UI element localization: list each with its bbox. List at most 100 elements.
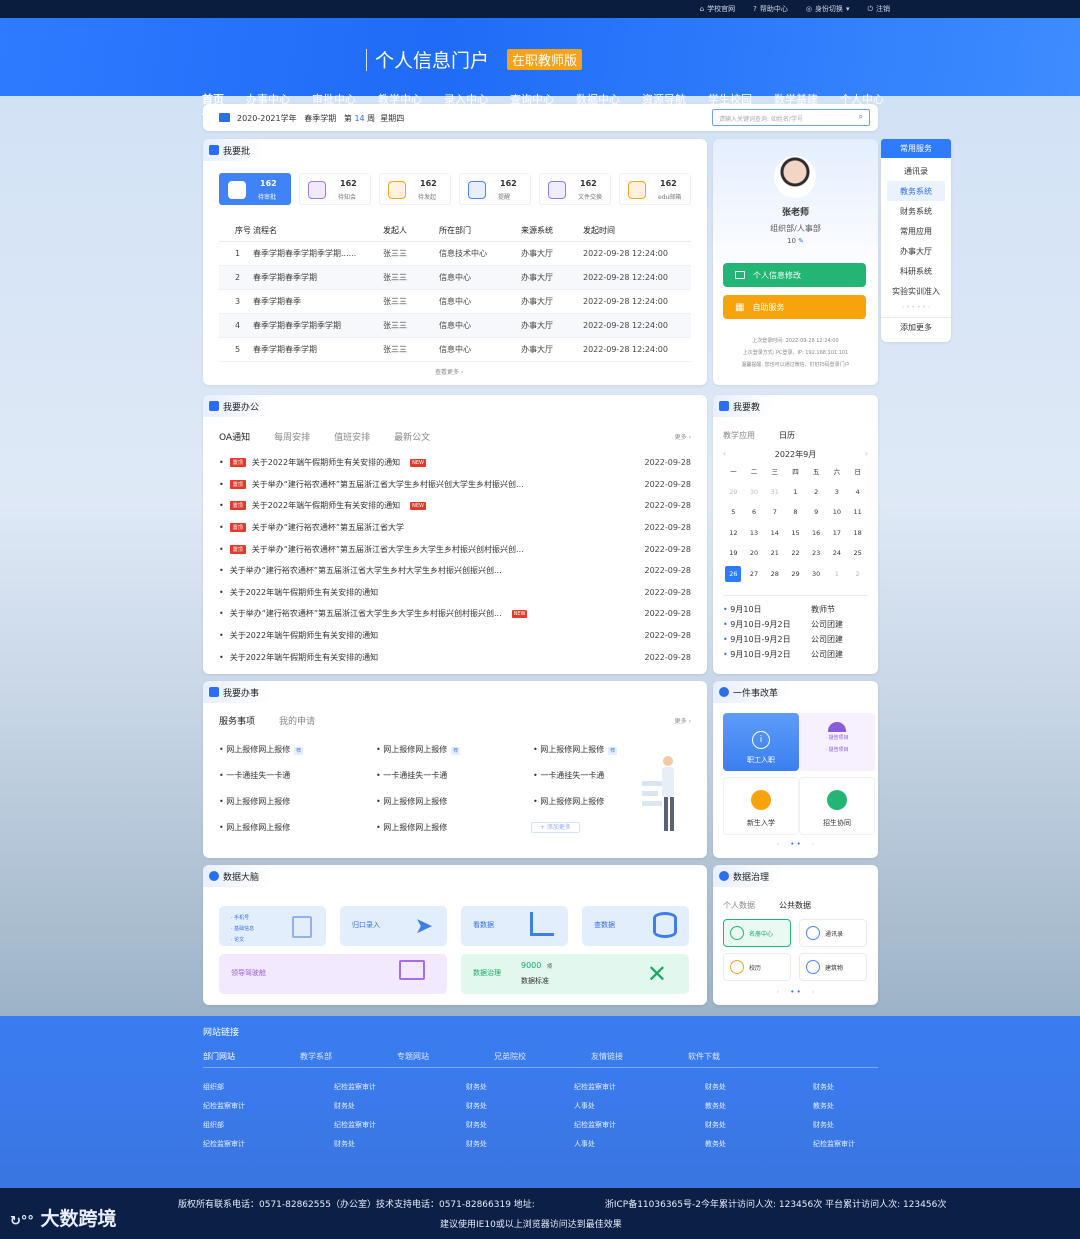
footer-link[interactable]: 财务处: [705, 1116, 726, 1135]
reform-pager[interactable]: ‹ • • ›: [713, 840, 878, 848]
footer-tab-2[interactable]: 专题网站: [397, 1051, 494, 1062]
logout-link[interactable]: ⏻ 注销: [867, 4, 890, 14]
tile-centralized-entry[interactable]: 归口录入 ➤: [340, 906, 447, 946]
tile-freshman-enrollment[interactable]: 新生入学: [723, 777, 799, 835]
edit-icon[interactable]: ✎: [798, 237, 804, 245]
calendar-day[interactable]: 4: [847, 482, 868, 503]
calendar-day[interactable]: 22: [785, 543, 806, 564]
notice-item[interactable]: • 置顶 关于举办“建行裕农通杯”第五届浙江省大学生乡大学生乡村振兴创村振兴创...…: [219, 538, 691, 560]
calendar-event[interactable]: • 9月10日-9月2日 公司团建: [723, 649, 868, 660]
gov-item-3[interactable]: 建筑物: [799, 953, 867, 981]
office-tab-2[interactable]: 值班安排: [334, 430, 370, 443]
calendar-day[interactable]: 28: [764, 564, 785, 585]
footer-link[interactable]: 教务处: [705, 1097, 726, 1116]
footer-link[interactable]: 纪检监察审计: [203, 1135, 245, 1154]
calendar-day[interactable]: 14: [764, 523, 785, 544]
notice-item[interactable]: • 置顶 关于2022年端午假期师生有关安排的通知 NEW 2022-09-28: [219, 495, 691, 517]
calendar-day[interactable]: 17: [827, 523, 848, 544]
office-more-link[interactable]: 更多 ›: [675, 432, 691, 441]
search-icon[interactable]: ⌕: [859, 112, 863, 122]
prev-month-icon[interactable]: ‹: [723, 449, 726, 460]
add-more-button[interactable]: + 添加更多: [531, 822, 580, 833]
view-more-link[interactable]: 查看更多 ›: [435, 367, 463, 376]
quick-item-3[interactable]: 常用应用: [881, 221, 951, 241]
footer-link[interactable]: 财务处: [813, 1116, 855, 1135]
school-site-link[interactable]: ⌂ 学校官网: [700, 4, 735, 14]
calendar-day[interactable]: 23: [806, 543, 827, 564]
quick-item-0[interactable]: 通讯录: [881, 161, 951, 181]
calendar-day[interactable]: 26: [723, 564, 744, 585]
footer-link[interactable]: 财务处: [466, 1078, 487, 1097]
calendar-day[interactable]: 1: [785, 482, 806, 503]
calendar-day[interactable]: 10: [827, 502, 848, 523]
footer-link[interactable]: 财务处: [466, 1097, 487, 1116]
tile-pending-items[interactable]: · 疑告项目 · 疑告项目: [799, 713, 875, 771]
footer-tab-4[interactable]: 友情链接: [591, 1051, 688, 1062]
calendar-day[interactable]: 11: [847, 502, 868, 523]
quick-item-5[interactable]: 科研系统: [881, 261, 951, 281]
footer-tab-5[interactable]: 软件下载: [688, 1051, 785, 1062]
calendar-day[interactable]: 12: [723, 523, 744, 544]
tile-staff-onboarding[interactable]: i 职工入职: [723, 713, 799, 771]
tab-public-data[interactable]: 公共数据: [779, 900, 811, 911]
notice-item[interactable]: • 关于2022年端午假期师生有关安排的通知 2022-09-28: [219, 625, 691, 647]
footer-link[interactable]: 纪检监察审计: [574, 1078, 616, 1097]
calendar-day[interactable]: 19: [723, 543, 744, 564]
calendar-day[interactable]: 31: [764, 482, 785, 503]
calendar-day[interactable]: 1: [827, 564, 848, 585]
quick-item-1[interactable]: 教务系统: [887, 181, 945, 201]
footer-link[interactable]: 纪检监察审计: [574, 1116, 616, 1135]
footer-link[interactable]: 纪检监察审计: [813, 1135, 855, 1154]
table-row[interactable]: 4 春季学期春季学期季学期 张三三 信息中心 办事大厅 2022-09-28 12:24:…: [219, 313, 691, 338]
footer-link[interactable]: 组织部: [203, 1116, 245, 1135]
quick-item-4[interactable]: 办事大厅: [881, 241, 951, 261]
footer-link[interactable]: 教务处: [705, 1135, 726, 1154]
table-row[interactable]: 5 春季学期春季学期 张三三 信息中心 办事大厅 2022-09-28 12:24:00: [219, 337, 691, 362]
self-service-button[interactable]: ▦ 自助服务: [723, 295, 866, 319]
calendar-event[interactable]: • 9月10日-9月2日 公司团建: [723, 619, 868, 630]
service-item[interactable]: • 网上报修网上报修荐: [219, 744, 304, 755]
service-tab-1[interactable]: 我的申请: [279, 714, 315, 727]
calendar-day[interactable]: 15: [785, 523, 806, 544]
footer-link[interactable]: 财务处: [334, 1097, 376, 1116]
table-row[interactable]: 1 春季学期春季学期季学期...... 张三三 信息技术中心 办事大厅 2022-09-2…: [219, 241, 691, 266]
calendar-day[interactable]: 5: [723, 502, 744, 523]
footer-link[interactable]: 组织部: [203, 1078, 245, 1097]
quick-item-6[interactable]: 实验实训准入: [881, 281, 951, 301]
calendar-day[interactable]: 30: [744, 482, 765, 503]
service-item[interactable]: • 网上报修网上报修荐: [376, 744, 461, 755]
tile-view-data[interactable]: 看数据: [461, 906, 568, 946]
calendar-day[interactable]: 30: [806, 564, 827, 585]
footer-link[interactable]: 财务处: [705, 1078, 726, 1097]
footer-tab-3[interactable]: 兄弟院校: [494, 1051, 591, 1062]
footer-link[interactable]: 财务处: [813, 1078, 855, 1097]
table-row[interactable]: 2 春季学期春季学期 张三三 信息中心 办事大厅 2022-09-28 12:24:00: [219, 265, 691, 290]
footer-link[interactable]: 纪检监察审计: [334, 1078, 376, 1097]
tile-personal-info[interactable]: · 手机号 · 基础信息 · 论文: [219, 906, 326, 946]
calendar-day[interactable]: 3: [827, 482, 848, 503]
calendar-day[interactable]: 8: [785, 502, 806, 523]
calendar-day[interactable]: 18: [847, 523, 868, 544]
calendar-day[interactable]: 9: [806, 502, 827, 523]
service-item[interactable]: • 网上报修网上报修: [376, 822, 447, 833]
footer-link[interactable]: 财务处: [466, 1135, 487, 1154]
gov-item-1[interactable]: 通讯录: [799, 919, 867, 947]
notice-item[interactable]: • 关于2022年端午假期师生有关安排的通知 2022-09-28: [219, 646, 691, 668]
calendar-day[interactable]: 25: [847, 543, 868, 564]
search-input[interactable]: 请输入关键词查询: 如姓名/学号 ⌕: [712, 109, 870, 126]
gov-pager[interactable]: ‹ • • ›: [713, 988, 878, 996]
add-more-button[interactable]: 添加更多: [881, 317, 951, 337]
stat-card-2[interactable]: 162 待发起: [379, 173, 451, 205]
calendar-day[interactable]: 24: [827, 543, 848, 564]
quick-pager[interactable]: ‹ • • • • ›: [881, 304, 951, 311]
service-tab-0[interactable]: 服务事项: [219, 714, 255, 727]
identity-switch-link[interactable]: ◎ 身份切换 ▾: [806, 4, 850, 14]
stat-card-5[interactable]: 162 edu邮箱: [619, 173, 691, 205]
service-more-link[interactable]: 更多 ›: [675, 716, 691, 725]
notice-item[interactable]: • 置顶 关于举办“建行裕农通杯”第五届浙江省大学 2022-09-28: [219, 517, 691, 539]
calendar-day[interactable]: 2: [847, 564, 868, 585]
service-item[interactable]: • 网上报修网上报修: [376, 796, 447, 807]
service-item[interactable]: + 添加更多: [531, 822, 580, 833]
tab-calendar[interactable]: 日历: [779, 430, 795, 441]
service-item[interactable]: • 网上报修网上报修: [533, 796, 604, 807]
